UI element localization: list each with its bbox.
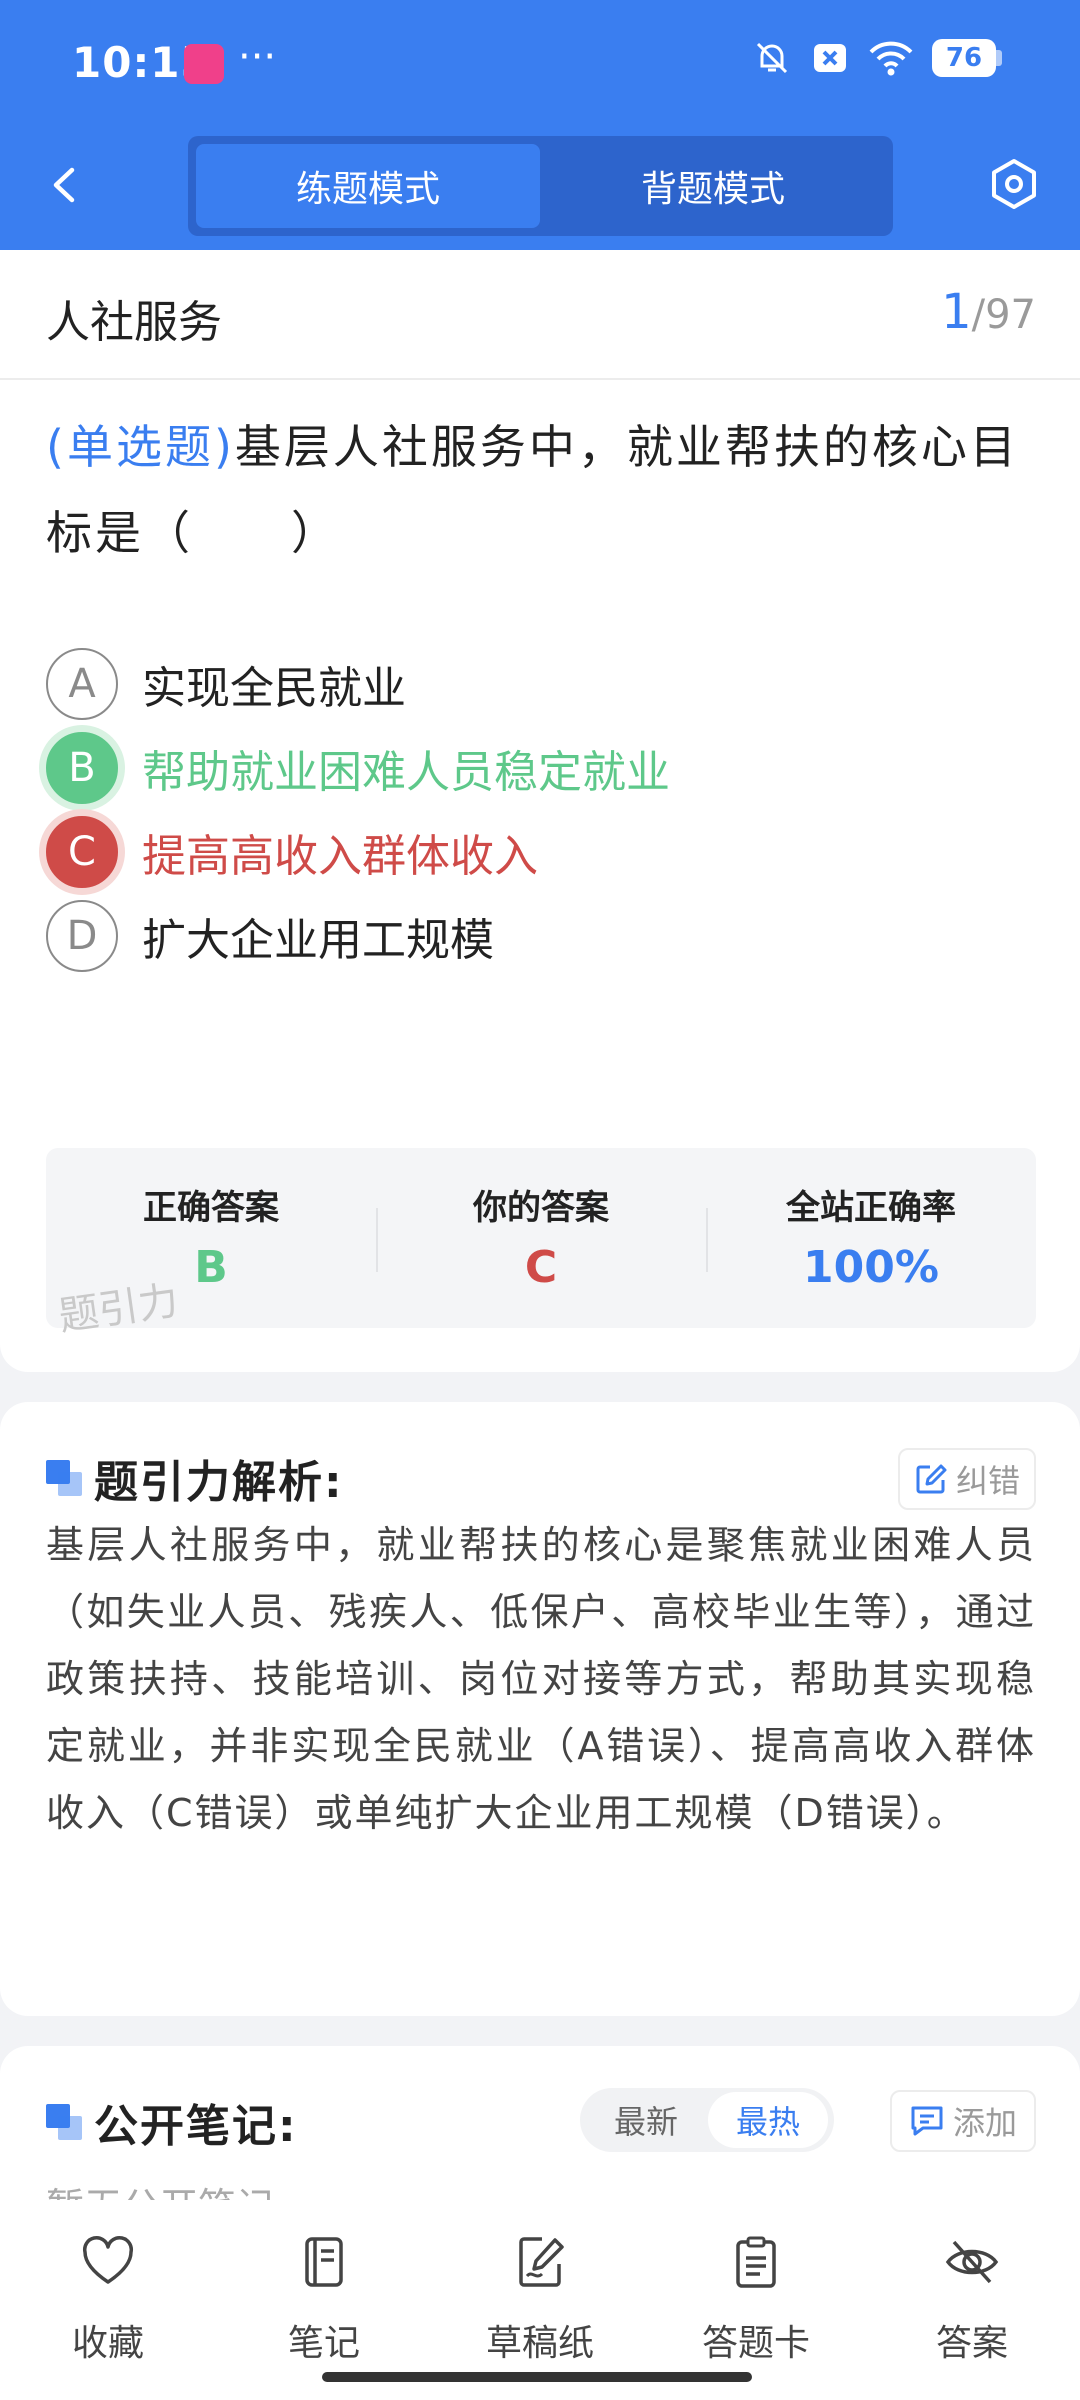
report-error-label: 纠错 [955,1462,1020,1500]
option-text: 提高高收入群体收入 [142,831,538,882]
progress-separator: / [971,292,986,338]
progress-current: 1 [941,284,972,340]
option-text: 扩大企业用工规模 [142,915,494,966]
question-type: (单选题) [46,420,235,474]
notes-title: 公开笔记: [94,2101,298,2152]
accuracy-value: 100% [803,1242,939,1293]
analysis-title: 题引力解析: [94,1457,344,1508]
status-icons: 76 [752,38,1002,78]
option-letter: C [46,816,118,888]
section-squares-icon [46,1460,84,1498]
nav-favorite[interactable]: 收藏 [18,2234,198,2364]
your-answer-label: 你的答案 [473,1188,609,1228]
heart-icon [82,2236,134,2284]
option-b[interactable]: B 帮助就业困难人员稳定就业 [46,730,670,806]
eye-off-icon [945,2240,999,2284]
home-indicator[interactable] [322,2372,752,2382]
more-notifications-icon: ··· [238,34,277,80]
answer-summary: 正确答案 B 你的答案 C 全站正确率 100% 题引力 [46,1148,1036,1340]
notes-sort-toggle: 最新 最热 [580,2088,834,2152]
your-answer-col: 你的答案 C [376,1148,706,1328]
question-card: 人社服务 1/97 (单选题)基层人社服务中，就业帮扶的核心目标是（ ） A 实… [0,250,1080,1372]
battery-level: 76 [932,39,996,77]
analysis-card: 题引力解析: 纠错 基层人社服务中，就业帮扶的核心是聚焦就业困难人员（如失业人员… [0,1402,1080,2016]
tab-practice-mode[interactable]: 练题模式 [196,144,540,228]
edit-icon [916,1464,947,1494]
question-text: (单选题)基层人社服务中，就业帮扶的核心目标是（ ） [46,404,1040,576]
nav-label: 笔记 [287,2323,360,2364]
subject-row: 人社服务 1/97 [0,250,1080,380]
correct-answer-label: 正确答案 [143,1188,279,1228]
mute-bell-icon [756,42,788,74]
option-c[interactable]: C 提高高收入群体收入 [46,814,538,890]
sim-blocked-icon [814,44,846,72]
progress-total: 97 [985,292,1036,338]
nav-answer-sheet[interactable]: 答题卡 [666,2234,846,2364]
nav-draft-paper[interactable]: 草稿纸 [450,2234,630,2364]
subject-title: 人社服务 [46,297,222,348]
status-bar: 10:15 ··· 76 [0,0,1080,130]
report-error-button[interactable]: 纠错 [898,1448,1036,1510]
accuracy-label: 全站正确率 [786,1188,956,1228]
sort-latest[interactable]: 最新 [586,2092,706,2148]
option-letter: D [46,900,118,972]
nav-label: 答题卡 [701,2323,810,2364]
mode-switch: 练题模式 背题模式 [188,136,893,236]
nav-notes[interactable]: 笔记 [234,2234,414,2364]
answer-sheet-icon [736,2236,776,2288]
draft-paper-icon [519,2237,564,2287]
sort-hottest[interactable]: 最热 [708,2092,828,2148]
add-note-label: 添加 [952,2104,1017,2142]
wifi-icon [869,41,913,76]
add-note-button[interactable]: 添加 [890,2090,1036,2152]
app-notification-icon [184,44,224,84]
battery-indicator: 76 [932,39,1002,77]
section-squares-icon [46,2104,84,2142]
option-d[interactable]: D 扩大企业用工规模 [46,898,494,974]
option-letter: B [46,732,118,804]
option-a[interactable]: A 实现全民就业 [46,646,406,722]
back-arrow-icon[interactable] [40,160,90,210]
analysis-text: 基层人社服务中，就业帮扶的核心是聚焦就业困难人员（如失业人员、残疾人、低保户、高… [46,1523,1036,1835]
settings-hexagon-icon[interactable] [986,156,1042,212]
option-text: 帮助就业困难人员稳定就业 [142,747,670,798]
tab-memorize-mode[interactable]: 背题模式 [541,144,885,228]
question-progress: 1/97 [941,284,1036,340]
accuracy-col: 全站正确率 100% [706,1148,1036,1328]
your-answer-value: C [524,1242,558,1293]
option-text: 实现全民就业 [142,663,406,714]
bottom-toolbar: 收藏 笔记 草稿纸 答题卡 答案 [0,2200,1080,2400]
nav-label: 草稿纸 [485,2323,594,2364]
option-letter: A [46,648,118,720]
top-header: 10:15 ··· 76 练题模式 背题模式 [0,0,1080,250]
notebook-icon [305,2237,343,2287]
nav-show-answer[interactable]: 答案 [882,2234,1062,2364]
nav-label: 答案 [935,2323,1008,2364]
comment-add-icon [911,2106,943,2136]
nav-label: 收藏 [71,2323,144,2364]
